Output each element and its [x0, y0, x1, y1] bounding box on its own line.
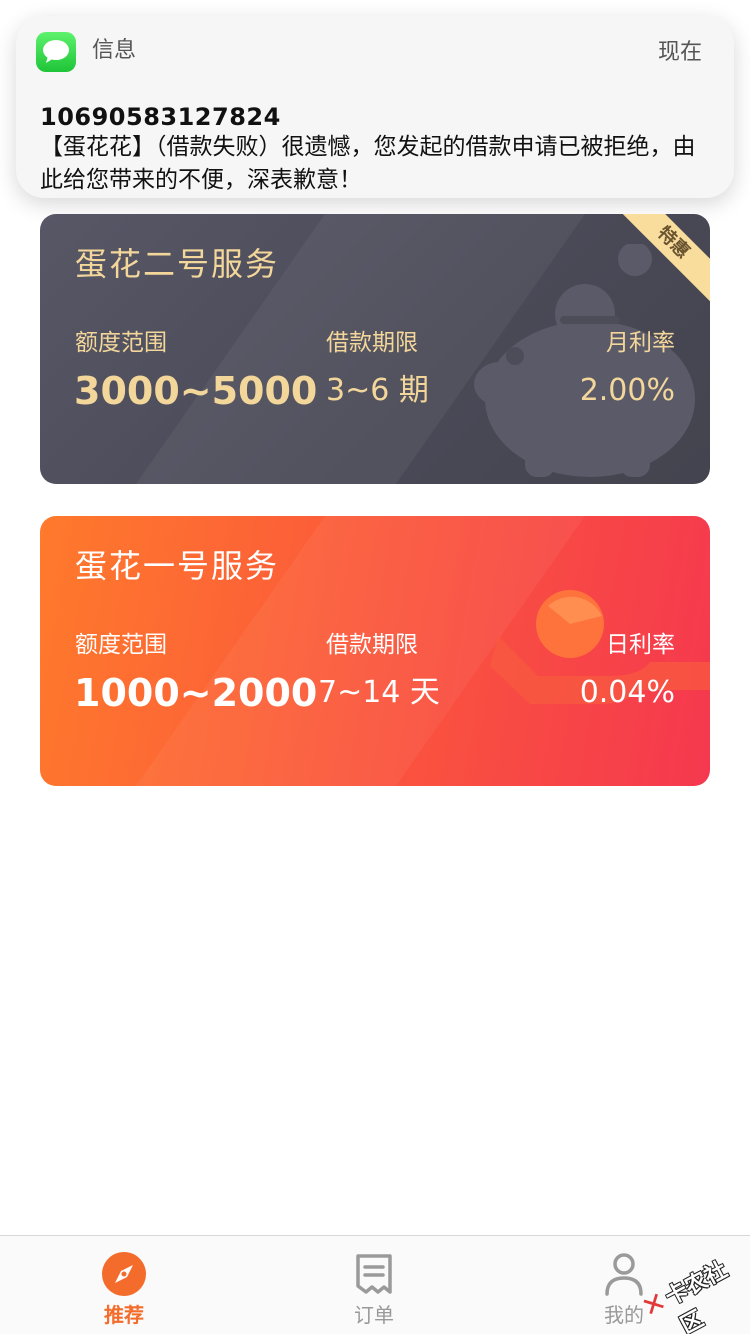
tab-label: 推荐 [104, 1303, 144, 1327]
loan-product-card-1[interactable]: 蛋花一号服务 额度范围 借款期限 日利率 1000~2000 7~14 天 0.… [40, 516, 710, 786]
compass-icon [102, 1252, 146, 1296]
notification-header: 信息 现在 [36, 32, 708, 72]
sms-notification[interactable]: 信息 现在 10690583127824 【蛋花花】（借款失败）很遗憾，您发起的… [16, 16, 734, 198]
tab-orders[interactable]: 订单 [304, 1236, 444, 1334]
range-label: 额度范围 [75, 632, 167, 658]
tab-recommend[interactable]: 推荐 [54, 1236, 194, 1334]
notification-app-name: 信息 [92, 38, 137, 63]
term-label: 借款期限 [326, 632, 418, 658]
rate-label: 日利率 [606, 632, 675, 658]
range-label: 额度范围 [75, 330, 167, 356]
notification-sender: 10690583127824 [40, 103, 281, 131]
notification-message: 【蛋花花】（借款失败）很遗憾，您发起的借款申请已被拒绝，由此给您带来的不便，深表… [40, 134, 696, 193]
rate-label: 月利率 [606, 330, 675, 356]
term-value: 7~14 天 [318, 675, 440, 710]
rate-value: 2.00% [579, 373, 675, 408]
messages-app-icon [36, 32, 76, 72]
card-title: 蛋花二号服务 [75, 245, 280, 283]
notification-time: 现在 [657, 40, 702, 65]
term-label: 借款期限 [326, 330, 418, 356]
receipt-icon [356, 1254, 392, 1294]
tab-label: 订单 [354, 1303, 394, 1327]
app-screen: 信息 现在 10690583127824 【蛋花花】（借款失败）很遗憾，您发起的… [0, 0, 750, 1334]
promo-badge: 特惠 [620, 214, 710, 304]
range-value: 3000~5000 [74, 369, 318, 413]
range-value: 1000~2000 [74, 671, 318, 715]
loan-product-card-2[interactable]: 特惠 蛋花二号服务 额度范围 借款期限 月利率 3000~5000 3~6 期 … [40, 214, 710, 484]
rate-value: 0.04% [579, 675, 675, 710]
card-title: 蛋花一号服务 [75, 547, 280, 585]
term-value: 3~6 期 [326, 373, 429, 408]
promo-ribbon: 特惠 [620, 214, 710, 304]
